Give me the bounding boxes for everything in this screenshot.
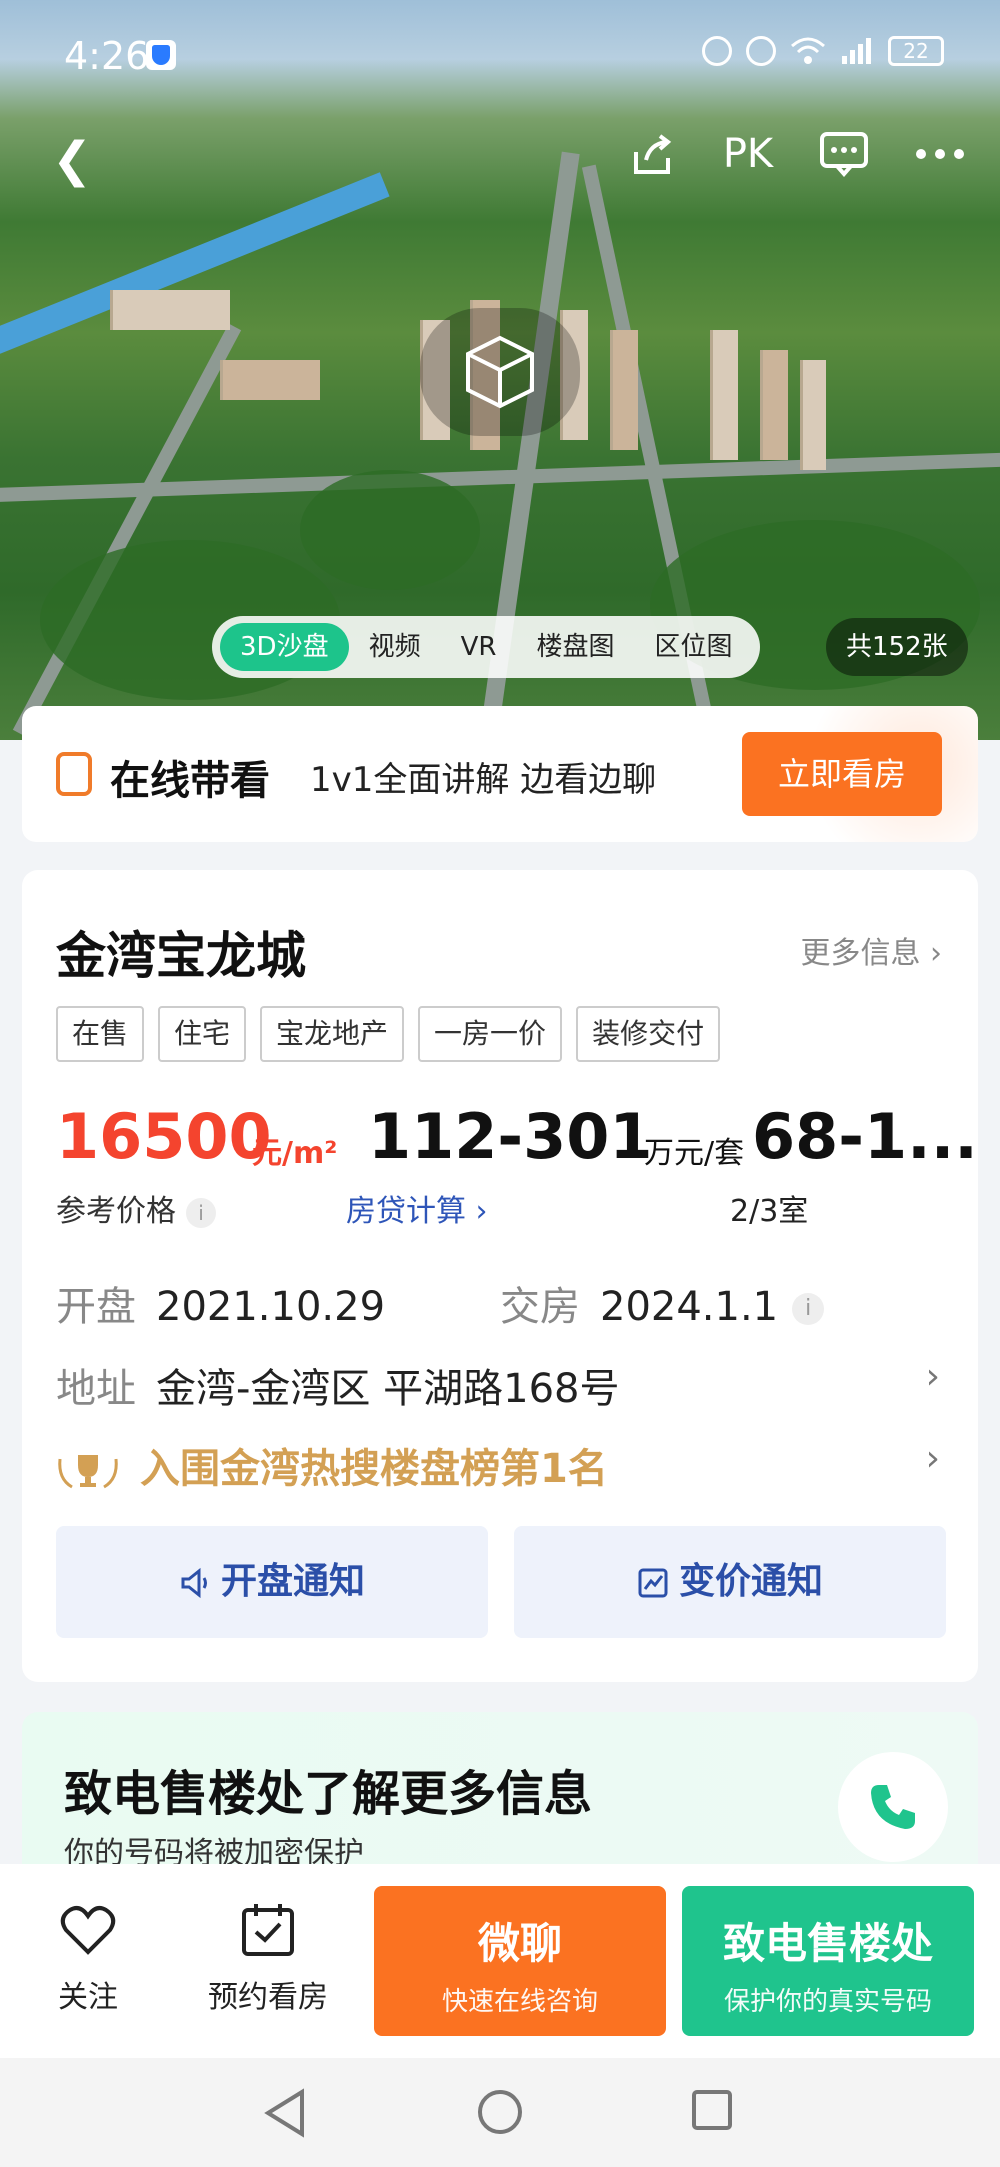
status-bar: 4:26 22 xyxy=(0,0,1000,110)
wechat-consult-button[interactable]: 微聊 快速在线咨询 xyxy=(374,1886,666,2036)
media-tabs: 3D沙盘 视频 VR 楼盘图 区位图 xyxy=(212,616,761,678)
live-viewing-desc: 1v1全面讲解 边看边聊 xyxy=(310,760,657,800)
nav-home-icon[interactable] xyxy=(476,2088,524,2136)
security-shield-icon xyxy=(146,40,176,70)
view-now-button[interactable]: 立即看房 xyxy=(742,732,942,816)
call-card-title: 致电售楼处了解更多信息 xyxy=(64,1766,593,1822)
price-row: 16500 元/m² 112-301 万元/套 68-1... xyxy=(56,1100,978,1180)
status-time: 4:26 xyxy=(64,34,150,78)
photo-count[interactable]: 共152张 xyxy=(826,618,968,676)
chevron-right-icon[interactable]: › xyxy=(926,1438,940,1479)
tab-floor-plan[interactable]: 楼盘图 xyxy=(516,623,634,671)
more-icon[interactable] xyxy=(914,128,966,180)
unit-price-unit: 元/m² xyxy=(252,1136,338,1171)
battery-icon: 22 xyxy=(888,36,944,66)
delivery-date-row: 交房 2024.1.1 i xyxy=(500,1274,825,1332)
share-icon[interactable] xyxy=(626,128,678,180)
trend-chart-icon xyxy=(638,1568,668,1598)
total-price-unit: 万元/套 xyxy=(644,1136,745,1171)
unit-price: 16500 xyxy=(56,1100,272,1173)
live-viewing-banner: 在线带看 1v1全面讲解 边看边聊 立即看房 xyxy=(22,706,978,842)
system-navigation-bar xyxy=(0,2058,1000,2167)
tag: 在售 xyxy=(56,1006,145,1062)
signal-icon xyxy=(842,38,871,64)
speaker-icon xyxy=(181,1567,207,1599)
tab-video[interactable]: 视频 xyxy=(349,623,441,671)
wifi-icon xyxy=(791,37,825,64)
live-viewing-title: 在线带看 xyxy=(110,758,270,804)
phone-call-button[interactable] xyxy=(838,1752,948,1862)
tag: 一房一价 xyxy=(418,1006,563,1062)
heart-icon xyxy=(60,1906,116,1955)
info-icon: i xyxy=(186,1197,216,1228)
phone-video-icon xyxy=(56,752,92,796)
data-saver-icon xyxy=(702,36,732,66)
tag: 住宅 xyxy=(158,1006,247,1062)
total-price: 112-301 xyxy=(368,1100,653,1173)
3d-model-icon[interactable] xyxy=(420,308,580,436)
property-info-card: 金湾宝龙城 更多信息 › 在售 住宅 宝龙地产 一房一价 装修交付 16500 … xyxy=(22,870,978,1682)
appointment-button[interactable]: 预约看房 xyxy=(198,1900,338,2016)
tag: 宝龙地产 xyxy=(260,1006,405,1062)
phone-icon xyxy=(871,1785,915,1829)
top-navigation: ❮ PK xyxy=(0,128,1000,188)
nav-back-icon[interactable] xyxy=(262,2088,308,2138)
property-tags: 在售 住宅 宝龙地产 一房一价 装修交付 xyxy=(56,1006,721,1062)
back-icon[interactable]: ❮ xyxy=(52,132,92,188)
loan-calculator-link[interactable]: 房贷计算 › xyxy=(346,1186,488,1230)
chevron-right-icon[interactable]: › xyxy=(926,1356,940,1397)
tab-vr[interactable]: VR xyxy=(441,623,517,671)
reference-price-label[interactable]: 参考价格 i xyxy=(56,1186,216,1230)
bottom-action-bar: 关注 预约看房 微聊 快速在线咨询 致电售楼处 保护你的真实号码 xyxy=(0,1864,1000,2058)
hero-image[interactable]: 4:26 22 ❮ PK 3D沙盘 视频 VR 楼盘图 区位图 共152张 xyxy=(0,0,1000,740)
opening-date-row: 开盘 2021.10.29 xyxy=(56,1284,386,1330)
room-types: 2/3室 xyxy=(730,1194,809,1229)
price-change-notify-button[interactable]: 变价通知 xyxy=(514,1526,946,1638)
call-sales-card[interactable]: 致电售楼处了解更多信息 你的号码将被加密保护 xyxy=(22,1712,978,1872)
call-sales-button[interactable]: 致电售楼处 保护你的真实号码 xyxy=(682,1886,974,2036)
info-icon[interactable]: i xyxy=(792,1293,825,1325)
pk-compare-button[interactable]: PK xyxy=(722,128,774,180)
nav-recents-icon[interactable] xyxy=(690,2088,734,2132)
message-icon[interactable] xyxy=(818,128,870,180)
tag: 装修交付 xyxy=(576,1006,721,1062)
property-name: 金湾宝龙城 xyxy=(56,927,306,985)
follow-button[interactable]: 关注 xyxy=(18,1900,158,2016)
alarm-icon xyxy=(746,36,776,66)
more-info-link[interactable]: 更多信息 › xyxy=(800,928,942,972)
tab-3d-sandbox[interactable]: 3D沙盘 xyxy=(220,623,349,671)
address-row[interactable]: 地址 金湾-金湾区 平湖路168号 xyxy=(56,1356,620,1414)
calendar-check-icon xyxy=(242,1904,294,1956)
hot-search-rank[interactable]: 入围金湾热搜楼盘榜第1名 xyxy=(56,1436,608,1494)
trophy-icon xyxy=(58,1455,118,1489)
area-range: 68-1... xyxy=(752,1100,978,1173)
tab-location-map[interactable]: 区位图 xyxy=(634,623,752,671)
opening-notify-button[interactable]: 开盘通知 xyxy=(56,1526,488,1638)
